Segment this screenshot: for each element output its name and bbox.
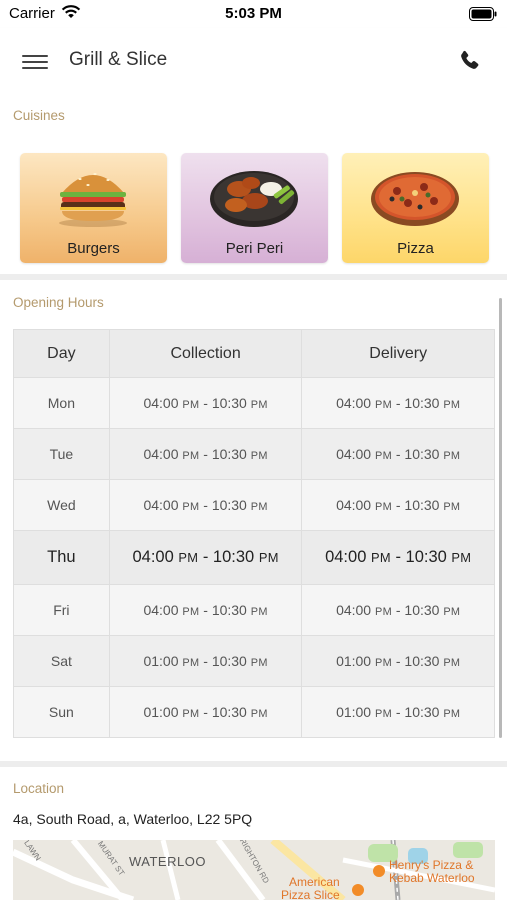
table-row: Sun 01:00 PM - 10:30 PM 01:00 PM - 10:30… <box>13 686 495 738</box>
day-cell: Mon <box>13 377 110 429</box>
app-title: Grill & Slice <box>69 49 168 70</box>
delivery-hours-cell: 04:00 PM - 10:30 PM <box>301 377 495 429</box>
hamburger-menu-icon[interactable] <box>22 51 48 73</box>
address-text: 4a, South Road, a, Waterloo, L22 5PQ <box>13 811 253 827</box>
map-area-label: WATERLOO <box>129 854 206 869</box>
collection-hours-cell: 04:00 PM - 10:30 PM <box>108 530 303 585</box>
delivery-hours-cell: 04:00 PM - 10:30 PM <box>301 530 495 585</box>
header-collection: Collection <box>108 329 303 378</box>
phone-icon[interactable] <box>457 49 481 78</box>
collection-hours-cell: 04:00 PM - 10:30 PM <box>108 584 303 636</box>
cuisine-card-pizza[interactable]: Pizza <box>342 153 489 263</box>
collection-hours-cell: 04:00 PM - 10:30 PM <box>108 428 303 480</box>
table-header-row: Day Collection Delivery <box>13 329 495 378</box>
day-cell: Wed <box>13 479 110 531</box>
status-bar: Carrier 5:03 PM <box>0 0 507 28</box>
table-row: Wed 04:00 PM - 10:30 PM 04:00 PM - 10:30… <box>13 479 495 531</box>
day-cell: Thu <box>13 530 110 585</box>
delivery-hours-cell: 01:00 PM - 10:30 PM <box>301 686 495 738</box>
table-row: Sat 01:00 PM - 10:30 PM 01:00 PM - 10:30… <box>13 635 495 687</box>
table-row: Mon 04:00 PM - 10:30 PM 04:00 PM - 10:30… <box>13 377 495 429</box>
battery-icon <box>469 7 497 26</box>
header-day: Day <box>13 329 110 378</box>
map-place-label: Kebab Waterloo <box>389 871 475 885</box>
table-row-today: Thu 04:00 PM - 10:30 PM 04:00 PM - 10:30… <box>13 530 495 585</box>
cuisine-label-burgers: Burgers <box>67 240 120 257</box>
pizza-image <box>371 172 459 226</box>
location-section-label: Location <box>13 781 65 796</box>
table-row: Tue 04:00 PM - 10:30 PM 04:00 PM - 10:30… <box>13 428 495 480</box>
cuisines-section-label: Cuisines <box>13 108 65 123</box>
section-divider <box>0 761 507 767</box>
cuisine-card-burgers[interactable]: Burgers <box>20 153 167 263</box>
scroll-indicator[interactable] <box>499 298 502 738</box>
table-row: Fri 04:00 PM - 10:30 PM 04:00 PM - 10:30… <box>13 584 495 636</box>
navigation-bar: Grill & Slice <box>0 28 507 98</box>
day-cell: Tue <box>13 428 110 480</box>
collection-hours-cell: 04:00 PM - 10:30 PM <box>108 479 303 531</box>
status-time: 5:03 PM <box>225 5 282 22</box>
map-place-label: American <box>289 875 340 889</box>
delivery-hours-cell: 04:00 PM - 10:30 PM <box>301 479 495 531</box>
collection-hours-cell: 01:00 PM - 10:30 PM <box>108 686 303 738</box>
opening-hours-section-label: Opening Hours <box>13 295 104 310</box>
delivery-hours-cell: 04:00 PM - 10:30 PM <box>301 584 495 636</box>
delivery-hours-cell: 01:00 PM - 10:30 PM <box>301 635 495 687</box>
delivery-hours-cell: 04:00 PM - 10:30 PM <box>301 428 495 480</box>
header-delivery: Delivery <box>301 329 495 378</box>
day-cell: Sun <box>13 686 110 738</box>
chicken-wings-image <box>210 171 298 227</box>
map-place-label: Henry's Pizza & <box>389 858 474 872</box>
location-map[interactable]: LAWN MURAT ST WATERLOO BRIGHTON RD Henry… <box>13 840 495 900</box>
burger-image <box>59 173 127 227</box>
opening-hours-table: Day Collection Delivery Mon 04:00 PM - 1… <box>13 329 495 738</box>
day-cell: Sat <box>13 635 110 687</box>
section-divider <box>0 274 507 280</box>
map-place-label: Pizza Slice <box>281 888 340 900</box>
cuisine-label-peri-peri: Peri Peri <box>225 240 284 257</box>
day-cell: Fri <box>13 584 110 636</box>
collection-hours-cell: 01:00 PM - 10:30 PM <box>108 635 303 687</box>
collection-hours-cell: 04:00 PM - 10:30 PM <box>108 377 303 429</box>
cuisine-card-peri-peri[interactable]: Peri Peri <box>181 153 328 263</box>
cuisine-label-pizza: Pizza <box>397 240 434 257</box>
